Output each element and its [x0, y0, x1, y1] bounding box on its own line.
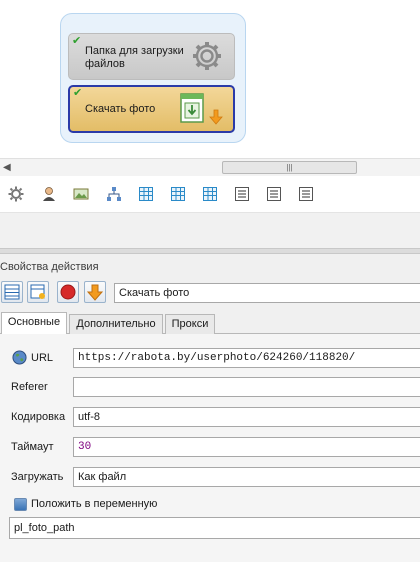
- edit-table-icon: [30, 284, 45, 299]
- load-mode-label: Загружать: [11, 471, 64, 483]
- globe-icon: [12, 350, 27, 365]
- timeout-label: Таймаут: [11, 441, 54, 453]
- list-icon[interactable]: [266, 186, 282, 202]
- tab-advanced[interactable]: Дополнительно: [69, 314, 163, 334]
- list-icon[interactable]: [234, 186, 250, 202]
- download-photo-block-label: Скачать фото: [85, 103, 156, 115]
- scroll-left-arrow-icon[interactable]: ◀: [3, 162, 11, 173]
- image-icon[interactable]: [73, 186, 89, 202]
- properties-view-button[interactable]: [1, 281, 23, 303]
- load-mode-select[interactable]: Как файл: [73, 467, 420, 487]
- hierarchy-icon[interactable]: [106, 186, 122, 202]
- download-button[interactable]: [84, 281, 106, 303]
- encoding-select[interactable]: utf-8: [73, 407, 420, 427]
- save-to-variable-label: Положить в переменную: [31, 498, 158, 510]
- check-icon: ✔: [72, 35, 82, 47]
- stop-icon: [60, 284, 76, 300]
- url-label: URL: [31, 352, 54, 364]
- download-photo-block[interactable]: ✔ Скачать фото: [68, 85, 235, 133]
- basic-tab-form: URL https://rabota.by/userphoto/624260/1…: [0, 334, 420, 562]
- toolbar-band: [0, 212, 420, 248]
- workflow-canvas[interactable]: ✔ Папка для загрузки файлов ✔ Скачать фо…: [0, 0, 420, 158]
- url-input[interactable]: https://rabota.by/userphoto/624260/11882…: [73, 348, 420, 368]
- scrollbar-thumb[interactable]: |||: [222, 161, 357, 174]
- panel-title: Свойства действия: [0, 261, 99, 273]
- action-properties-panel: Свойства действия Скачать фото Основные …: [0, 254, 420, 562]
- tab-proxy[interactable]: Прокси: [165, 314, 215, 334]
- check-icon: ✔: [73, 87, 83, 99]
- table-icon: [4, 284, 20, 300]
- stop-button[interactable]: [57, 281, 79, 303]
- download-photo-icon: [180, 93, 223, 125]
- edit-properties-button[interactable]: [27, 281, 49, 303]
- folder-block-label-line2: файлов: [85, 58, 125, 70]
- list-icon[interactable]: [298, 186, 314, 202]
- gear-icon[interactable]: [8, 186, 24, 202]
- gear-icon: [193, 42, 221, 70]
- variable-name-input[interactable]: pl_foto_path: [9, 517, 420, 539]
- table-icon[interactable]: [138, 186, 154, 202]
- referer-input[interactable]: [73, 377, 420, 397]
- encoding-label: Кодировка: [11, 411, 66, 423]
- download-arrow-icon: [86, 284, 104, 301]
- timeout-input[interactable]: 30: [73, 437, 420, 457]
- referer-label: Referer: [11, 381, 48, 393]
- save-to-variable-checkbox[interactable]: [14, 498, 27, 511]
- properties-tabs: Основные Дополнительно Прокси: [0, 312, 420, 335]
- actions-toolbar: [0, 176, 420, 212]
- action-name-input[interactable]: Скачать фото: [114, 283, 420, 303]
- app-window: ✔ Папка для загрузки файлов ✔ Скачать фо…: [0, 0, 420, 562]
- folder-block-label-line1: Папка для загрузки: [85, 45, 184, 57]
- folder-block[interactable]: ✔ Папка для загрузки файлов: [68, 33, 235, 80]
- table-icon[interactable]: [170, 186, 186, 202]
- horizontal-scrollbar[interactable]: ◀ |||: [0, 158, 420, 176]
- table-icon[interactable]: [202, 186, 218, 202]
- tab-basic[interactable]: Основные: [1, 312, 67, 335]
- user-icon[interactable]: [41, 186, 57, 202]
